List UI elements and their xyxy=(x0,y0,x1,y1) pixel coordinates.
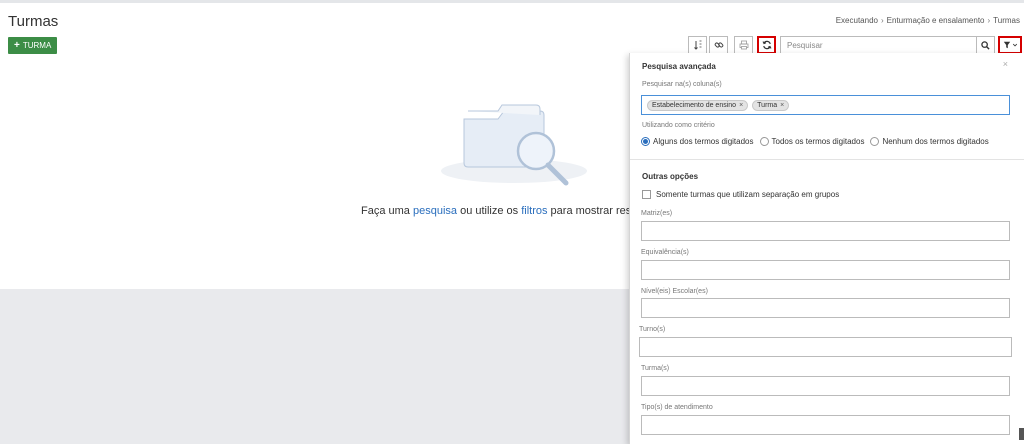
radio-option-alguns[interactable]: Alguns dos termos digitados xyxy=(641,137,754,146)
plus-icon: + xyxy=(14,40,20,51)
radio-label: Todos os termos digitados xyxy=(771,137,865,146)
tag-label: Estabelecimento de ensino xyxy=(652,101,737,109)
tag-remove-icon[interactable]: × xyxy=(739,102,743,109)
columns-tag-input[interactable]: Estabelecimento de ensino × Turma × xyxy=(641,95,1010,115)
criteria-label: Utilizando como critério xyxy=(642,122,715,129)
matriz-field[interactable] xyxy=(641,221,1010,241)
radio-option-todos[interactable]: Todos os termos digitados xyxy=(759,137,865,146)
equivalencia-label: Equivalência(s) xyxy=(641,249,689,256)
other-options-title: Outras opções xyxy=(642,172,699,181)
radio-button[interactable] xyxy=(759,137,769,146)
sort-button[interactable] xyxy=(688,36,707,54)
nivel-escolar-label: Nível(eis) Escolar(es) xyxy=(641,288,708,295)
advanced-search-title: Pesquisa avançada xyxy=(642,62,716,71)
search-button[interactable] xyxy=(976,37,994,53)
chevron-right-icon: › xyxy=(880,16,884,25)
tag-label: Turma xyxy=(757,101,778,109)
turno-field[interactable] xyxy=(639,337,1012,357)
breadcrumb: Executando › Enturmação e ensalamento › … xyxy=(836,16,1020,25)
add-turma-label: TURMA xyxy=(22,41,52,50)
radio-label: Alguns dos termos digitados xyxy=(653,137,754,146)
search-box xyxy=(780,36,995,54)
radio-option-nenhum[interactable]: Nenhum dos termos digitados xyxy=(870,137,989,146)
equivalencia-field[interactable] xyxy=(641,260,1010,280)
tag-estabelecimento: Estabelecimento de ensino × xyxy=(647,99,749,111)
filter-button[interactable] xyxy=(998,36,1022,54)
advanced-search-panel: Pesquisa avançada × Pesquisar na(s) colu… xyxy=(629,53,1024,444)
turno-label: Turno(s) xyxy=(639,326,666,333)
group-separation-option[interactable]: Somente turmas que utilizam separação em… xyxy=(642,190,839,199)
sort-icon xyxy=(693,40,701,50)
filter-icon xyxy=(1003,41,1010,49)
checkbox-label: Somente turmas que utilizam separação em… xyxy=(656,190,840,199)
empty-state-text: ou utilize os xyxy=(457,205,522,217)
refresh-icon xyxy=(762,40,771,50)
divider xyxy=(630,159,1024,160)
group-separation-checkbox[interactable] xyxy=(642,190,651,199)
turma-label: Turma(s) xyxy=(641,365,670,372)
radio-button[interactable] xyxy=(870,137,880,146)
radio-button[interactable] xyxy=(641,137,650,146)
print-button[interactable] xyxy=(734,36,753,54)
refresh-button[interactable] xyxy=(757,36,776,54)
tag-remove-icon[interactable]: × xyxy=(780,102,784,109)
breadcrumb-item-turmas: Turmas xyxy=(993,16,1020,25)
add-turma-button[interactable]: + TURMA xyxy=(8,37,58,54)
breadcrumb-item-enturmacao[interactable]: Enturmação e ensalamento xyxy=(887,16,985,25)
page-title: Turmas xyxy=(8,13,59,30)
criteria-radio-group: Alguns dos termos digitados Todos os ter… xyxy=(641,137,989,146)
tag-turma: Turma × xyxy=(752,99,790,111)
columns-label: Pesquisar na(s) coluna(s) xyxy=(642,81,722,88)
turma-field[interactable] xyxy=(641,376,1010,396)
link-button[interactable] xyxy=(709,36,728,54)
search-icon xyxy=(981,40,990,50)
radio-label: Nenhum dos termos digitados xyxy=(882,137,989,146)
breadcrumb-item-executando[interactable]: Executando xyxy=(836,16,878,25)
empty-folder-illustration xyxy=(441,104,587,186)
scroll-indicator[interactable] xyxy=(1019,428,1024,440)
matriz-label: Matriz(es) xyxy=(641,210,673,217)
chevron-down-icon xyxy=(1012,43,1017,47)
empty-state-message: Faça uma pesquisa ou utilize os filtros … xyxy=(361,205,637,217)
filters-link[interactable]: filtros xyxy=(521,205,547,217)
search-input[interactable] xyxy=(781,37,976,53)
nivel-escolar-field[interactable] xyxy=(641,298,1010,318)
tipo-atendimento-field[interactable] xyxy=(641,415,1010,435)
chevron-right-icon: › xyxy=(987,16,991,25)
empty-state-text: Faça uma xyxy=(361,205,413,217)
empty-state-text: para mostrar resu xyxy=(547,205,638,217)
tipo-atendimento-label: Tipo(s) de atendimento xyxy=(641,404,713,411)
close-icon[interactable]: × xyxy=(1003,59,1008,69)
print-icon xyxy=(739,40,748,50)
link-icon xyxy=(714,42,723,48)
search-link[interactable]: pesquisa xyxy=(413,205,457,217)
